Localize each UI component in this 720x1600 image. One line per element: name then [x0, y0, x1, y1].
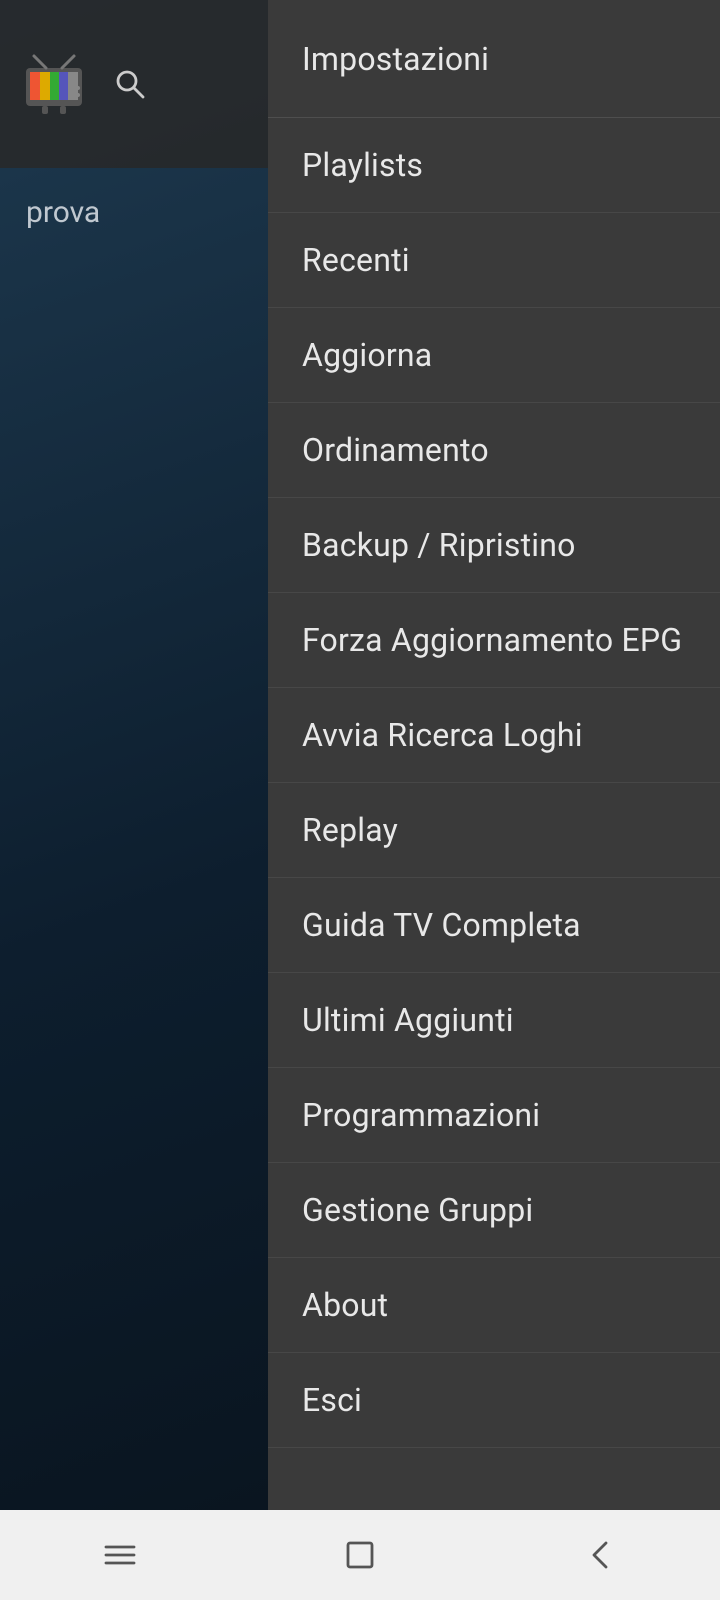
menu-item-programmazioni[interactable]: Programmazioni	[268, 1068, 720, 1163]
menu-item-label-ordinamento: Ordinamento	[302, 431, 489, 469]
menu-item-avvia-ricerca-loghi[interactable]: Avvia Ricerca Loghi	[268, 688, 720, 783]
search-button[interactable]	[108, 62, 152, 106]
menu-item-esci[interactable]: Esci	[268, 1353, 720, 1448]
app-logo	[20, 50, 88, 118]
menu-item-aggiorna[interactable]: Aggiorna	[268, 308, 720, 403]
menu-item-forza-aggiornamento-epg[interactable]: Forza Aggiornamento EPG	[268, 593, 720, 688]
hamburger-menu-button[interactable]	[80, 1525, 160, 1585]
menu-item-recenti[interactable]: Recenti	[268, 213, 720, 308]
menu-item-label-ultimi-aggiunti: Ultimi Aggiunti	[302, 1001, 514, 1039]
menu-item-label-avvia-ricerca-loghi: Avvia Ricerca Loghi	[302, 716, 583, 754]
menu-item-impostazioni[interactable]: Impostazioni	[268, 0, 720, 118]
menu-item-label-impostazioni: Impostazioni	[302, 40, 489, 78]
navigation-bar	[0, 1510, 720, 1600]
home-button[interactable]	[320, 1525, 400, 1585]
menu-item-label-recenti: Recenti	[302, 241, 410, 279]
menu-item-label-replay: Replay	[302, 811, 398, 849]
menu-item-playlists[interactable]: Playlists	[268, 118, 720, 213]
menu-item-label-gestione-gruppi: Gestione Gruppi	[302, 1191, 533, 1229]
menu-item-label-forza-aggiornamento-epg: Forza Aggiornamento EPG	[302, 621, 682, 659]
menu-item-backup-ripristino[interactable]: Backup / Ripristino	[268, 498, 720, 593]
menu-item-about[interactable]: About	[268, 1258, 720, 1353]
header	[0, 0, 268, 168]
menu-item-replay[interactable]: Replay	[268, 783, 720, 878]
user-label: prova	[26, 195, 100, 230]
menu-item-label-backup-ripristino: Backup / Ripristino	[302, 526, 576, 564]
menu-item-label-playlists: Playlists	[302, 146, 423, 184]
menu-item-gestione-gruppi[interactable]: Gestione Gruppi	[268, 1163, 720, 1258]
menu-item-ordinamento[interactable]: Ordinamento	[268, 403, 720, 498]
menu-item-label-aggiorna: Aggiorna	[302, 336, 432, 374]
menu-item-label-esci: Esci	[302, 1381, 362, 1419]
dropdown-menu: Impostazioni Playlists Recenti Aggiorna Ordi…	[268, 0, 720, 1510]
menu-item-label-about: About	[302, 1286, 388, 1324]
menu-item-label-programmazioni: Programmazioni	[302, 1096, 540, 1134]
menu-item-ultimi-aggiunti[interactable]: Ultimi Aggiunti	[268, 973, 720, 1068]
back-button[interactable]	[560, 1525, 640, 1585]
menu-item-guida-tv-completa[interactable]: Guida TV Completa	[268, 878, 720, 973]
menu-item-label-guida-tv-completa: Guida TV Completa	[302, 906, 581, 944]
